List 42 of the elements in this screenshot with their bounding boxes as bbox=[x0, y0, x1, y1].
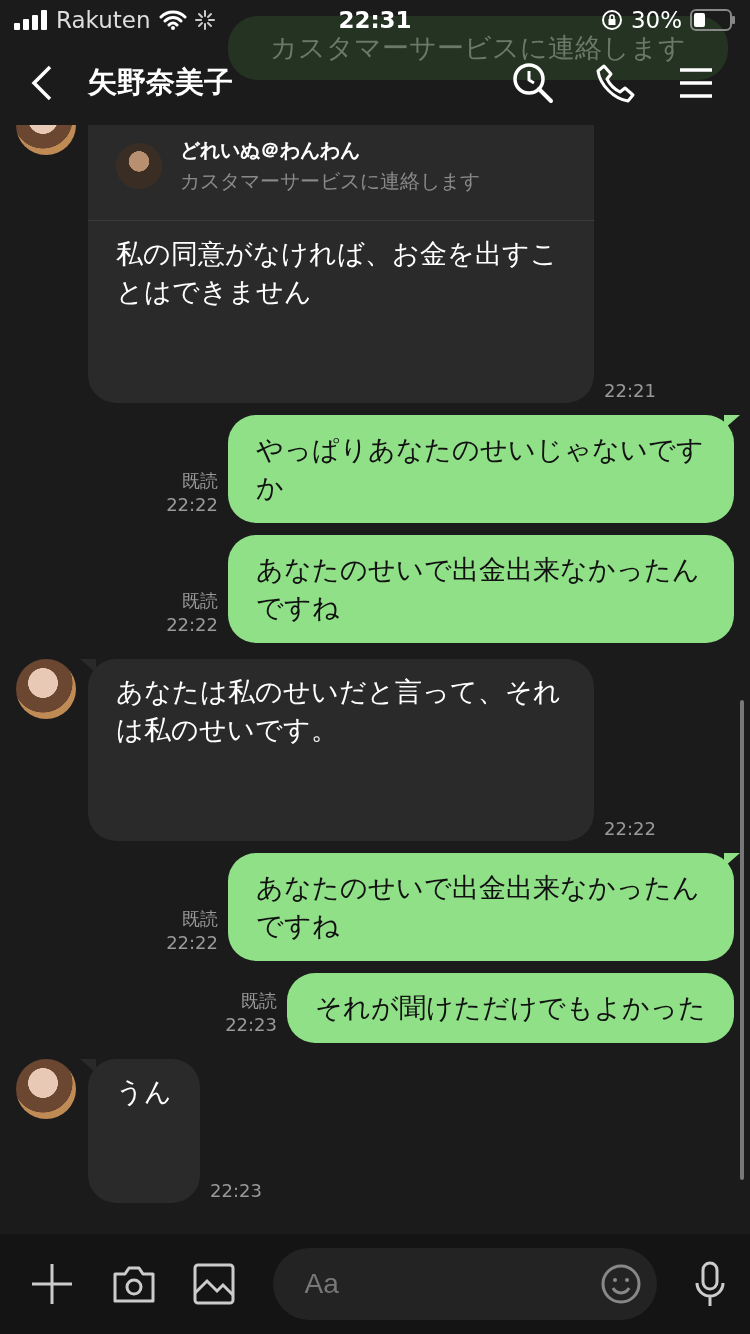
signal-icon bbox=[14, 10, 48, 30]
message-text: それが聞けただけでもよかった bbox=[315, 992, 706, 1023]
battery-percent: 30% bbox=[630, 7, 682, 33]
read-receipt: 既読 bbox=[182, 907, 218, 931]
phone-icon[interactable] bbox=[596, 62, 636, 103]
battery-icon bbox=[690, 9, 736, 31]
avatar[interactable] bbox=[16, 659, 76, 719]
message-text: あなたのせいで出金出来なかったんですね bbox=[256, 554, 700, 623]
carrier-name: Rakuten bbox=[56, 7, 151, 33]
wifi-icon bbox=[158, 10, 187, 30]
reply-sender: どれいぬ＠わんわん bbox=[180, 136, 361, 164]
read-receipt: 既読 bbox=[241, 989, 277, 1013]
avatar[interactable] bbox=[16, 1059, 76, 1119]
camera-icon[interactable] bbox=[111, 1264, 156, 1304]
chat-title: 矢野奈美子 bbox=[88, 63, 234, 101]
rotation-lock-icon bbox=[600, 9, 623, 31]
loading-icon bbox=[194, 10, 215, 30]
image-icon[interactable] bbox=[193, 1263, 235, 1305]
read-receipt: 既読 bbox=[182, 589, 218, 613]
message-time: 22:23 bbox=[225, 1013, 277, 1037]
plus-icon[interactable] bbox=[30, 1262, 74, 1306]
message-time: 22:22 bbox=[166, 613, 218, 637]
message-text: あなたは私のせいだと言って、それは私のせいです。 bbox=[116, 675, 562, 747]
status-time: 22:31 bbox=[338, 7, 412, 33]
read-receipt: 既読 bbox=[182, 469, 218, 493]
message-time: 22:22 bbox=[166, 931, 218, 955]
message-time: 22:22 bbox=[166, 493, 218, 517]
reply-text: カスタマーサービスに連絡します bbox=[180, 167, 480, 195]
message-text: うん bbox=[116, 1075, 172, 1109]
search-icon[interactable] bbox=[512, 61, 554, 104]
scrollbar[interactable] bbox=[740, 700, 744, 1180]
message-text: 私の同意がなければ、お金を出すことはできません bbox=[116, 237, 559, 309]
menu-icon[interactable] bbox=[678, 66, 714, 99]
message-field[interactable]: Aa bbox=[272, 1248, 657, 1320]
emoji-icon[interactable] bbox=[600, 1264, 641, 1304]
message-time: 22:22 bbox=[604, 818, 656, 839]
message-text: あなたのせいで出金出来なかったんですね bbox=[256, 872, 700, 941]
avatar bbox=[116, 142, 162, 189]
message-text: やっぱりあなたのせいじゃないですか bbox=[256, 434, 704, 503]
message-time: 22:23 bbox=[210, 1180, 262, 1201]
microphone-icon[interactable] bbox=[694, 1261, 726, 1307]
message-time: 22:21 bbox=[604, 380, 656, 401]
